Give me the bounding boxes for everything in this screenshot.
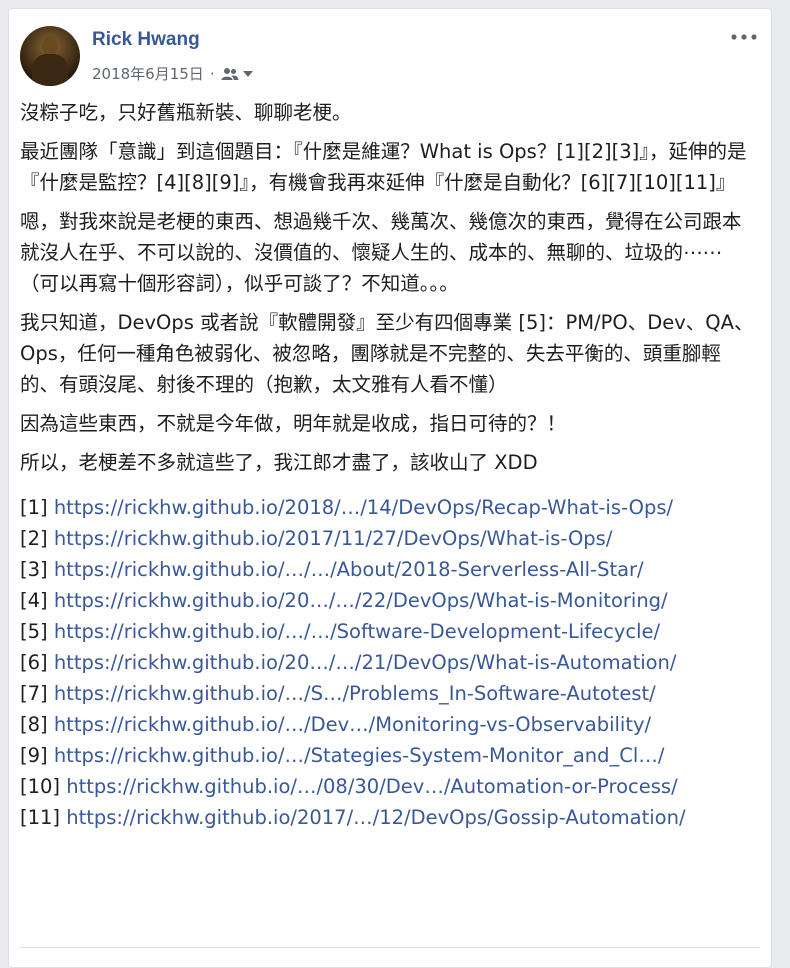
reference-link[interactable]: https://rickhw.github.io/20…/…/21/DevOps… xyxy=(54,651,677,674)
post-paragraph: 我只知道，DevOps 或者說『軟體開發』至少有四個專業 [5]：PM/PO、D… xyxy=(20,311,754,396)
reference-tag: [2] xyxy=(20,527,48,550)
reference-tag: [1] xyxy=(20,496,48,519)
avatar[interactable] xyxy=(20,26,80,86)
author-name[interactable]: Rick Hwang xyxy=(92,29,200,51)
reference-link[interactable]: https://rickhw.github.io/2018/…/14/DevOp… xyxy=(54,496,673,519)
post-body: 沒粽子吃，只好舊瓶新裝、聊聊老梗。 最近團隊「意識」到這個題目：『什麼是維運？W… xyxy=(20,97,755,833)
post-card: Rick Hwang 2018年6月15日 · 沒粽子吃，只好舊瓶新裝、聊聊老梗… xyxy=(8,8,772,968)
post-header: Rick Hwang 2018年6月15日 · xyxy=(9,9,771,93)
reference-item: [4] https://rickhw.github.io/20…/…/22/De… xyxy=(20,585,755,616)
reference-link[interactable]: https://rickhw.github.io/…/08/30/Dev…/Au… xyxy=(66,775,677,798)
reference-tag: [3] xyxy=(20,558,48,581)
post-meta: 2018年6月15日 · xyxy=(92,63,254,84)
reference-link[interactable]: https://rickhw.github.io/…/Stategies-Sys… xyxy=(54,744,665,767)
reference-link[interactable]: https://rickhw.github.io/2017/11/27/DevO… xyxy=(54,527,613,550)
audience-selector[interactable] xyxy=(221,67,254,81)
reference-item: [3] https://rickhw.github.io/…/…/About/2… xyxy=(20,554,755,585)
reference-item: [5] https://rickhw.github.io/…/…/Softwar… xyxy=(20,616,755,647)
post-paragraph: 最近團隊「意識」到這個題目：『什麼是維運？What is Ops？[1][2][… xyxy=(20,140,747,194)
reference-link[interactable]: https://rickhw.github.io/…/…/Software-De… xyxy=(54,620,660,643)
reference-tag: [4] xyxy=(20,589,48,612)
post-paragraph: 所以，老梗差不多就這些了，我江郎才盡了，該收山了 XDD xyxy=(20,451,538,474)
footer-divider xyxy=(20,947,760,948)
post-date[interactable]: 2018年6月15日 xyxy=(92,63,204,84)
reference-link[interactable]: https://rickhw.github.io/…/Dev…/Monitori… xyxy=(54,713,651,736)
reference-item: [10] https://rickhw.github.io/…/08/30/De… xyxy=(20,771,755,802)
reference-tag: [10] xyxy=(20,775,61,798)
reference-link[interactable]: https://rickhw.github.io/…/S…/Problems_I… xyxy=(54,682,656,705)
reference-item: [6] https://rickhw.github.io/20…/…/21/De… xyxy=(20,647,755,678)
reference-tag: [7] xyxy=(20,682,48,705)
reference-item: [1] https://rickhw.github.io/2018/…/14/D… xyxy=(20,492,755,523)
reference-tag: [11] xyxy=(20,806,61,829)
caret-down-icon xyxy=(242,70,253,77)
post-paragraph: 沒粽子吃，只好舊瓶新裝、聊聊老梗。 xyxy=(20,101,352,124)
reference-tag: [6] xyxy=(20,651,48,674)
more-options-icon xyxy=(731,34,757,40)
reference-item: [7] https://rickhw.github.io/…/S…/Proble… xyxy=(20,678,755,709)
avatar-head-shape xyxy=(42,36,58,56)
reference-item: [2] https://rickhw.github.io/2017/11/27/… xyxy=(20,523,755,554)
reference-tag: [9] xyxy=(20,744,48,767)
friends-icon xyxy=(221,67,239,80)
reference-link[interactable]: https://rickhw.github.io/…/…/About/2018-… xyxy=(54,558,644,581)
reference-item: [8] https://rickhw.github.io/…/Dev…/Moni… xyxy=(20,709,755,740)
more-options-button[interactable] xyxy=(729,27,759,47)
reference-tag: [8] xyxy=(20,713,48,736)
avatar-body-shape xyxy=(32,54,68,86)
post-paragraph: 嗯，對我來說是老梗的東西、想過幾千次、幾萬次、幾億次的東西，覺得在公司跟本就沒人… xyxy=(20,210,742,295)
reference-item: [9] https://rickhw.github.io/…/Stategies… xyxy=(20,740,755,771)
reference-item: [11] https://rickhw.github.io/2017/…/12/… xyxy=(20,802,755,833)
reference-list: [1] https://rickhw.github.io/2018/…/14/D… xyxy=(20,492,755,833)
reference-link[interactable]: https://rickhw.github.io/20…/…/22/DevOps… xyxy=(54,589,668,612)
post-paragraph: 因為這些東西，不就是今年做，明年就是收成，指日可待的？！ xyxy=(20,412,567,435)
reference-tag: [5] xyxy=(20,620,48,643)
meta-separator: · xyxy=(209,64,215,83)
reference-link[interactable]: https://rickhw.github.io/2017/…/12/DevOp… xyxy=(66,806,685,829)
